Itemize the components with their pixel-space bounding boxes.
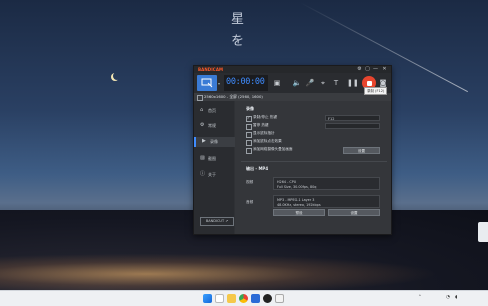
sidebar-item-label: 常规 [208, 123, 216, 128]
windows-start-icon[interactable] [203, 294, 212, 303]
video-params-text: Full Size, 30.00fps, 80q [277, 185, 317, 189]
volume-icon[interactable]: ◖ [455, 295, 457, 300]
crosshair-icon[interactable]: ⌖ [318, 78, 328, 88]
option-label: 添加网络摄像头叠加画面 [253, 147, 293, 151]
image-icon: ▨ [200, 155, 205, 161]
checkbox[interactable] [246, 148, 252, 154]
wallpaper-text-2: を [231, 34, 245, 49]
capture-target-text: 2560x1600 - 全屏 (2560, 1600) [204, 94, 263, 99]
gear-icon: ⚙ [200, 122, 205, 128]
audio-params-text: 48.0KHz, stereo, 192kbps [277, 203, 321, 207]
sidebar-item-label: 截图 [208, 156, 216, 161]
home-icon: ⌂ [200, 107, 204, 113]
bandicut-button[interactable]: BANDICUT ↗ [200, 217, 234, 226]
recording-status-panel: 00:00:00 [224, 75, 268, 91]
checkbox[interactable] [246, 124, 252, 130]
sidebar-item-video[interactable]: ▶ 录像 [194, 137, 236, 147]
option-label: 显示鼠标指针 [253, 131, 275, 135]
sidebar-item-general[interactable]: ⚙ 常规 [194, 121, 234, 131]
settings-content: 录像 录制/停止 热键 F12 暂停 热键 显示鼠标指针 添加鼠标点击效果 添加… [235, 101, 391, 234]
title-bar[interactable]: BANDICAM ⚙ ▢ — ✕ [194, 66, 391, 73]
info-icon: ⓘ [200, 171, 206, 177]
record-hotkey-field[interactable]: F12 [325, 115, 380, 121]
recording-timer: 00:00:00 [226, 77, 265, 87]
app-logo: BANDICAM [198, 67, 224, 72]
sidebar: ⌂ 首页 ⚙ 常规 ▶ 录像 ▨ 截图 ⓘ 关于 BANDICUT ↗ [194, 101, 236, 234]
option-label: 添加鼠标点击效果 [253, 139, 282, 143]
wallpaper-text-1: 星 [231, 12, 245, 27]
side-panel-handle[interactable] [478, 222, 488, 242]
notepad-icon[interactable] [275, 294, 284, 303]
mode-dropdown-icon[interactable]: ▾ [218, 81, 220, 86]
checkbox[interactable] [246, 132, 252, 138]
checkbox[interactable] [246, 140, 252, 146]
record-settings-button[interactable]: 设置 [343, 147, 380, 154]
tray-arrow-icon[interactable]: ⌃ [418, 295, 422, 300]
wifi-icon[interactable]: ◔ [446, 295, 450, 300]
checkbox[interactable] [246, 115, 252, 122]
video-codec-text: H264 - CPU [277, 180, 297, 184]
screen-rect-icon [201, 78, 213, 88]
pause-icon[interactable]: ❚❚ [347, 78, 359, 88]
pause-hotkey-field[interactable] [325, 123, 380, 129]
microphone-icon[interactable]: 🎤 [305, 78, 315, 88]
record-section-title: 录像 [246, 106, 254, 111]
bandicam-window: BANDICAM ⚙ ▢ — ✕ ▾ 00:00:00 ▣ 🔈 🎤 ⌖ T ❚❚… [193, 65, 392, 235]
speaker-icon[interactable]: 🔈 [292, 78, 302, 88]
bandicam-taskbar-icon[interactable] [263, 294, 272, 303]
webcam-icon[interactable]: ▣ [272, 78, 282, 88]
search-icon[interactable] [215, 294, 224, 303]
audio-codec-text: MP3 - MPEG-1 Layer 3 [277, 198, 315, 202]
record-tooltip: 录制 (F12) [364, 87, 388, 95]
output-settings-button[interactable]: 设置 [328, 209, 380, 216]
video-icon: ▶ [202, 138, 206, 144]
sidebar-item-about[interactable]: ⓘ 关于 [194, 170, 234, 180]
audio-label: 音频 [246, 200, 254, 204]
close-icon[interactable]: ✕ [381, 66, 388, 73]
sidebar-item-home[interactable]: ⌂ 首页 [194, 106, 234, 116]
minimize-icon[interactable]: — [372, 66, 379, 73]
text-pen-icon[interactable]: T [331, 78, 341, 88]
sidebar-item-label: 首页 [208, 108, 216, 113]
sidebar-item-image[interactable]: ▨ 截图 [194, 154, 234, 164]
divider [241, 161, 387, 162]
preset-button[interactable]: 预设 [273, 209, 325, 216]
restore-icon[interactable]: ▢ [364, 66, 371, 73]
main-toolbar: ▾ 00:00:00 ▣ 🔈 🎤 ⌖ T ❚❚ ◙ [194, 73, 391, 93]
video-label: 视频 [246, 180, 254, 184]
file-explorer-icon[interactable] [227, 294, 236, 303]
sidebar-item-label: 录像 [210, 139, 218, 144]
output-section-title: 输出 - MP4 [246, 166, 269, 171]
wallpaper-city-lights [0, 250, 488, 290]
settings-icon[interactable]: ⚙ [356, 66, 363, 73]
video-format-box: H264 - CPU Full Size, 30.00fps, 80q [273, 177, 380, 190]
taskbar: ⌃ ◔ ◖ [0, 290, 488, 306]
store-icon[interactable] [251, 294, 260, 303]
option-label: 录制/停止 热键 [253, 115, 277, 119]
screen-mode-button[interactable] [197, 75, 217, 91]
option-label: 暂停 热键 [253, 123, 269, 127]
audio-format-box: MP3 - MPEG-1 Layer 3 48.0KHz, stereo, 19… [273, 195, 380, 208]
capture-target-bar: 2560x1600 - 全屏 (2560, 1600) [194, 93, 391, 101]
sidebar-item-label: 关于 [208, 172, 216, 177]
chrome-icon[interactable] [239, 294, 248, 303]
moon-icon [113, 72, 121, 80]
